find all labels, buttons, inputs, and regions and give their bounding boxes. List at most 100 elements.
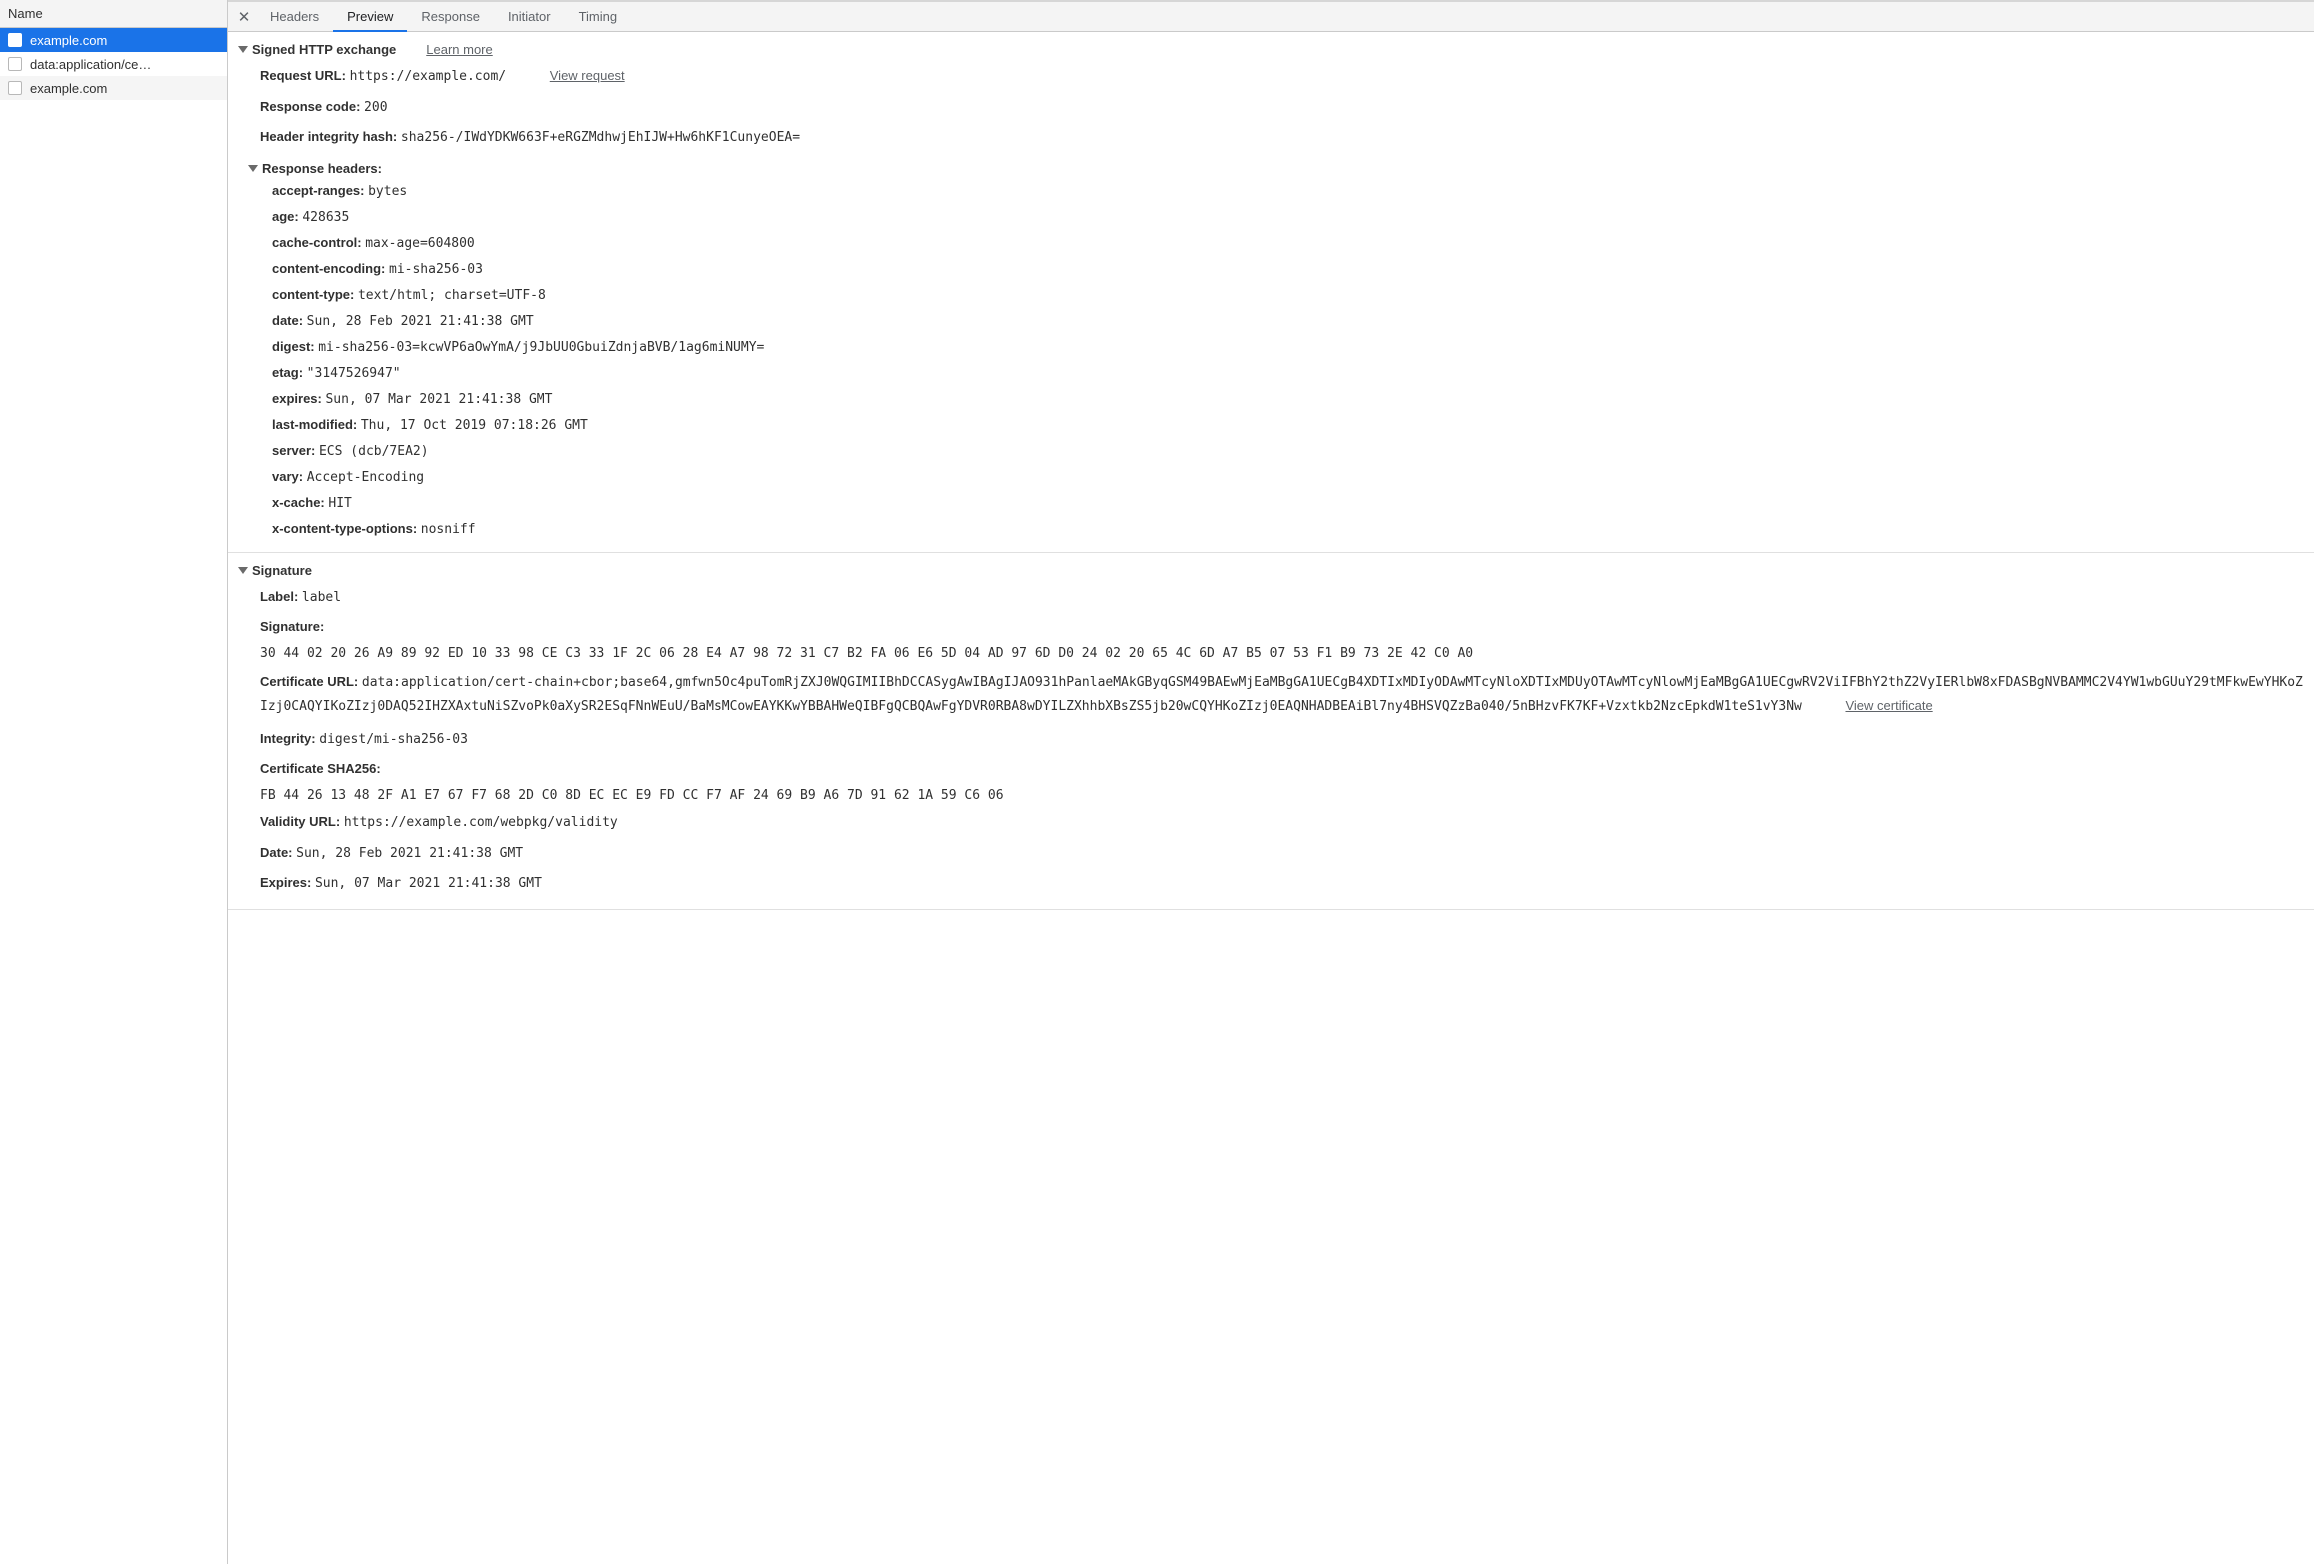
request-row-label: example.com: [30, 81, 107, 96]
response-header-value: max-age=604800: [365, 236, 475, 251]
tab-timing[interactable]: Timing: [565, 2, 632, 32]
request-row-label: data:application/ce…: [30, 57, 151, 72]
response-header-key: content-type:: [272, 287, 358, 302]
response-header-value: Thu, 17 Oct 2019 07:18:26 GMT: [361, 418, 588, 433]
sig-validity-url-label: Validity URL:: [260, 814, 340, 829]
request-row[interactable]: example.com: [0, 28, 227, 52]
signature-section: Signature Label: label Signature: 30 44 …: [228, 553, 2314, 910]
tab-response[interactable]: Response: [407, 2, 494, 32]
requests-list: example.com data:application/ce… example.c…: [0, 28, 227, 1564]
sxg-response-code: 200: [364, 100, 387, 115]
sxg-response-code-label: Response code:: [260, 99, 360, 114]
learn-more-link[interactable]: Learn more: [426, 42, 492, 57]
response-header-key: cache-control:: [272, 235, 365, 250]
sig-signature-value: 30 44 02 20 26 A9 89 92 ED 10 33 98 CE C…: [238, 642, 2304, 665]
sxg-request-url: https://example.com/: [350, 69, 507, 84]
preview-content[interactable]: Signed HTTP exchange Learn more Request …: [228, 32, 2314, 1564]
response-header-key: content-encoding:: [272, 261, 389, 276]
response-header-row: content-encoding: mi-sha256-03: [272, 256, 2304, 282]
response-header-row: expires: Sun, 07 Mar 2021 21:41:38 GMT: [272, 386, 2304, 412]
sig-date-value: Sun, 28 Feb 2021 21:41:38 GMT: [296, 846, 523, 861]
response-header-row: x-cache: HIT: [272, 490, 2304, 516]
request-row-label: example.com: [30, 33, 107, 48]
response-header-row: content-type: text/html; charset=UTF-8: [272, 282, 2304, 308]
response-header-value: HIT: [328, 496, 351, 511]
response-header-row: date: Sun, 28 Feb 2021 21:41:38 GMT: [272, 308, 2304, 334]
chevron-down-icon: [238, 567, 248, 574]
request-row[interactable]: data:application/ce…: [0, 52, 227, 76]
response-headers-title: Response headers:: [262, 161, 382, 176]
response-header-value: Sun, 28 Feb 2021 21:41:38 GMT: [307, 314, 534, 329]
document-icon: [8, 33, 22, 47]
sxg-header-integrity: sha256-/IWdYDKW663F+eRGZMdhwjEhIJW+Hw6hK…: [401, 130, 800, 145]
request-row[interactable]: example.com: [0, 76, 227, 100]
tab-initiator[interactable]: Initiator: [494, 2, 565, 32]
sig-cert-url-value: data:application/cert-chain+cbor;base64,…: [260, 675, 2303, 714]
response-header-key: x-cache:: [272, 495, 328, 510]
response-header-key: age:: [272, 209, 302, 224]
sig-expires-value: Sun, 07 Mar 2021 21:41:38 GMT: [315, 876, 542, 891]
sig-integrity-value: digest/mi-sha256-03: [319, 732, 468, 747]
response-header-value: "3147526947": [307, 366, 401, 381]
sig-cert-sha-label: Certificate SHA256:: [260, 761, 381, 776]
sig-integrity-label: Integrity:: [260, 731, 316, 746]
response-header-row: accept-ranges: bytes: [272, 178, 2304, 204]
response-header-value: nosniff: [421, 522, 476, 537]
details-tabs: Headers Preview Response Initiator Timin…: [256, 2, 631, 31]
response-header-value: Sun, 07 Mar 2021 21:41:38 GMT: [325, 392, 552, 407]
sxg-request-url-label: Request URL:: [260, 68, 346, 83]
sxg-disclosure[interactable]: Signed HTTP exchange: [238, 42, 396, 57]
response-header-row: vary: Accept-Encoding: [272, 464, 2304, 490]
requests-sidebar: Name example.comdata:application/ce…exam…: [0, 0, 228, 1564]
response-header-row: server: ECS (dcb/7EA2): [272, 438, 2304, 464]
tab-headers[interactable]: Headers: [256, 2, 333, 32]
response-header-value: mi-sha256-03: [389, 262, 483, 277]
response-header-value: ECS (dcb/7EA2): [319, 444, 429, 459]
response-header-key: etag:: [272, 365, 307, 380]
response-header-row: x-content-type-options: nosniff: [272, 516, 2304, 542]
response-header-value: text/html; charset=UTF-8: [358, 288, 546, 303]
response-header-key: last-modified:: [272, 417, 361, 432]
response-header-row: last-modified: Thu, 17 Oct 2019 07:18:26…: [272, 412, 2304, 438]
response-header-value: Accept-Encoding: [307, 470, 424, 485]
sig-date-label: Date:: [260, 845, 293, 860]
response-header-value: bytes: [368, 184, 407, 199]
sxg-title: Signed HTTP exchange: [252, 42, 396, 57]
response-header-key: vary:: [272, 469, 307, 484]
signature-disclosure[interactable]: Signature: [238, 563, 312, 578]
close-icon[interactable]: ✕: [232, 8, 256, 26]
tab-preview[interactable]: Preview: [333, 2, 407, 32]
sig-expires-label: Expires:: [260, 875, 311, 890]
response-header-value: mi-sha256-03=kcwVP6aOwYmA/j9JbUU0GbuiZdn…: [318, 340, 764, 355]
sidebar-header-name[interactable]: Name: [0, 0, 227, 28]
signature-title: Signature: [252, 563, 312, 578]
response-header-row: etag: "3147526947": [272, 360, 2304, 386]
document-icon: [8, 57, 22, 71]
response-header-key: date:: [272, 313, 307, 328]
sig-label-label: Label:: [260, 589, 298, 604]
chevron-down-icon: [248, 165, 258, 172]
response-header-key: accept-ranges:: [272, 183, 368, 198]
response-header-key: server:: [272, 443, 319, 458]
chevron-down-icon: [238, 46, 248, 53]
response-header-value: 428635: [302, 210, 349, 225]
sig-signature-label: Signature:: [260, 619, 324, 634]
response-header-row: cache-control: max-age=604800: [272, 230, 2304, 256]
sxg-section: Signed HTTP exchange Learn more Request …: [228, 32, 2314, 553]
view-request-link[interactable]: View request: [550, 68, 625, 83]
response-header-key: expires:: [272, 391, 325, 406]
details-panel: ✕ Headers Preview Response Initiator Tim…: [228, 0, 2314, 1564]
sig-cert-url-label: Certificate URL:: [260, 674, 358, 689]
sig-validity-url-value: https://example.com/webpkg/validity: [344, 815, 618, 830]
response-header-row: digest: mi-sha256-03=kcwVP6aOwYmA/j9JbUU…: [272, 334, 2304, 360]
response-headers-disclosure[interactable]: Response headers:: [238, 153, 2304, 178]
response-header-key: digest:: [272, 339, 318, 354]
view-certificate-link[interactable]: View certificate: [1845, 698, 1932, 713]
response-headers-list: accept-ranges: bytesage: 428635cache-con…: [238, 178, 2304, 542]
document-icon: [8, 81, 22, 95]
response-header-row: age: 428635: [272, 204, 2304, 230]
response-header-key: x-content-type-options:: [272, 521, 421, 536]
details-topbar: ✕ Headers Preview Response Initiator Tim…: [228, 2, 2314, 32]
sig-label-value: label: [302, 590, 341, 605]
sig-cert-sha-value: FB 44 26 13 48 2F A1 E7 67 F7 68 2D C0 8…: [238, 784, 2304, 807]
